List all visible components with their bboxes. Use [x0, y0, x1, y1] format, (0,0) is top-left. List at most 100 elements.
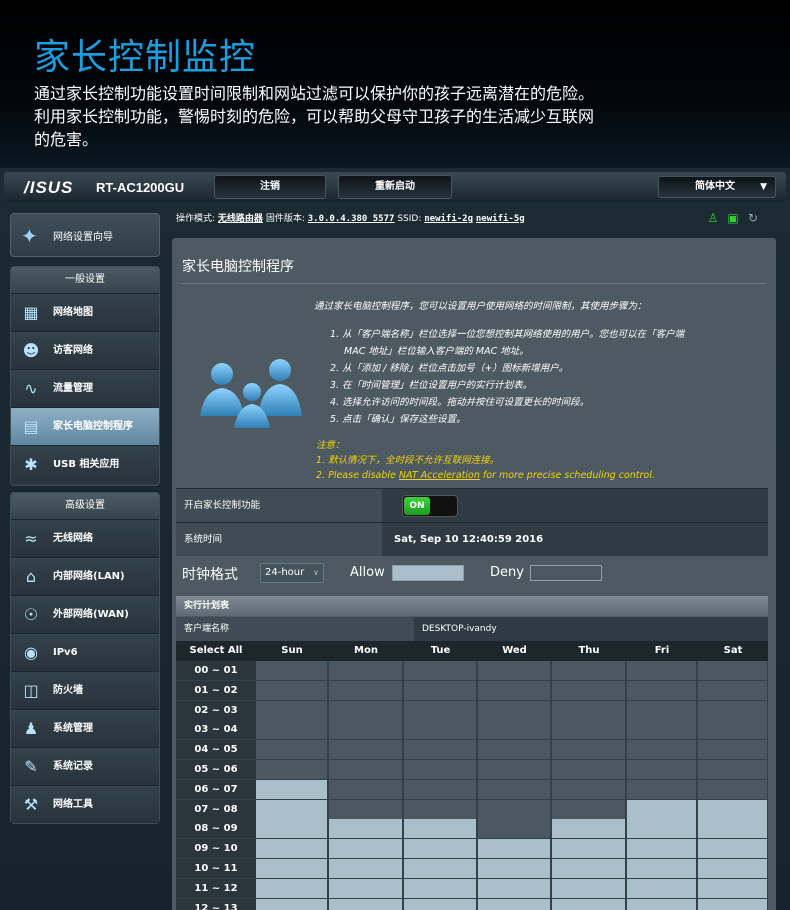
- schedule-cell[interactable]: [478, 661, 550, 680]
- schedule-cell[interactable]: [627, 700, 696, 720]
- schedule-cell[interactable]: [404, 760, 476, 779]
- day-header-wed[interactable]: Wed: [478, 641, 551, 661]
- sidebar-item-administration[interactable]: ♟ 系统管理: [11, 709, 159, 747]
- schedule-cell[interactable]: [404, 898, 476, 910]
- hour-label[interactable]: 04 ~ 05: [176, 740, 256, 760]
- op-mode-link[interactable]: 无线路由器: [218, 214, 263, 224]
- firmware-link[interactable]: 3.0.0.4.380_5577: [308, 214, 395, 224]
- schedule-cell[interactable]: [552, 661, 625, 680]
- ssid-2g-link[interactable]: newifi-2g: [424, 214, 473, 224]
- sidebar-item-firewall[interactable]: ◫ 防火墙: [11, 671, 159, 709]
- reboot-button[interactable]: 重新启动: [338, 175, 452, 199]
- schedule-cell[interactable]: [698, 680, 767, 700]
- sidebar-item-ipv6[interactable]: ◉ IPv6: [11, 633, 159, 671]
- schedule-cell[interactable]: [698, 700, 767, 720]
- schedule-cell[interactable]: [256, 760, 327, 779]
- schedule-cell[interactable]: [552, 898, 625, 910]
- schedule-cell[interactable]: [698, 740, 767, 760]
- select-all-button[interactable]: Select All: [176, 641, 256, 661]
- schedule-cell[interactable]: [329, 898, 402, 910]
- hour-label[interactable]: 09 ~ 10: [176, 839, 256, 859]
- schedule-cell[interactable]: [627, 799, 696, 819]
- schedule-cell[interactable]: [478, 898, 550, 910]
- sidebar-item-traffic-manager[interactable]: ∿ 流量管理: [11, 369, 159, 407]
- day-header-sat[interactable]: Sat: [698, 641, 768, 661]
- schedule-cell[interactable]: [627, 779, 696, 799]
- schedule-cell[interactable]: [256, 700, 327, 720]
- schedule-cell[interactable]: [698, 760, 767, 779]
- schedule-cell[interactable]: [478, 740, 550, 760]
- schedule-cell[interactable]: [256, 878, 327, 898]
- schedule-cell[interactable]: [404, 859, 476, 878]
- hour-label[interactable]: 07 ~ 08: [176, 799, 256, 819]
- schedule-cell[interactable]: [404, 740, 476, 760]
- schedule-cell[interactable]: [256, 839, 327, 859]
- schedule-cell[interactable]: [552, 799, 625, 819]
- day-header-mon[interactable]: Mon: [329, 641, 403, 661]
- schedule-cell[interactable]: [329, 680, 402, 700]
- schedule-cell[interactable]: [552, 740, 625, 760]
- schedule-cell[interactable]: [552, 878, 625, 898]
- schedule-cell[interactable]: [404, 799, 476, 819]
- schedule-cell[interactable]: [627, 839, 696, 859]
- clock-format-select[interactable]: 24-hour ∨: [260, 563, 324, 583]
- schedule-cell[interactable]: [478, 760, 550, 779]
- day-header-thu[interactable]: Thu: [552, 641, 626, 661]
- internet-status-icon[interactable]: ▣: [726, 211, 740, 225]
- enable-toggle[interactable]: ON: [402, 495, 458, 517]
- schedule-cell[interactable]: [552, 859, 625, 878]
- schedule-cell[interactable]: [404, 700, 476, 720]
- hour-label[interactable]: 08 ~ 09: [176, 819, 256, 839]
- schedule-cell[interactable]: [478, 819, 550, 839]
- sidebar-item-network-map[interactable]: ▦ 网络地图: [11, 293, 159, 331]
- schedule-cell[interactable]: [329, 700, 402, 720]
- schedule-cell[interactable]: [256, 680, 327, 700]
- schedule-cell[interactable]: [329, 760, 402, 779]
- sidebar-item-network-tools[interactable]: ⚒ 网络工具: [11, 785, 159, 823]
- schedule-cell[interactable]: [329, 720, 402, 740]
- schedule-cell[interactable]: [552, 779, 625, 799]
- schedule-cell[interactable]: [404, 878, 476, 898]
- hour-label[interactable]: 03 ~ 04: [176, 720, 256, 740]
- schedule-cell[interactable]: [404, 661, 476, 680]
- schedule-cell[interactable]: [478, 859, 550, 878]
- sidebar-item-guest-network[interactable]: ☻ 访客网络: [11, 331, 159, 369]
- schedule-cell[interactable]: [478, 799, 550, 819]
- schedule-cell[interactable]: [256, 740, 327, 760]
- schedule-cell[interactable]: [329, 779, 402, 799]
- schedule-cell[interactable]: [698, 819, 767, 839]
- hour-label[interactable]: 10 ~ 11: [176, 859, 256, 878]
- schedule-cell[interactable]: [478, 779, 550, 799]
- schedule-cell[interactable]: [552, 680, 625, 700]
- sidebar-item-system-log[interactable]: ✎ 系统记录: [11, 747, 159, 785]
- schedule-cell[interactable]: [552, 720, 625, 740]
- schedule-cell[interactable]: [329, 819, 402, 839]
- schedule-cell[interactable]: [256, 720, 327, 740]
- hour-label[interactable]: 01 ~ 02: [176, 680, 256, 700]
- schedule-cell[interactable]: [404, 819, 476, 839]
- schedule-cell[interactable]: [698, 779, 767, 799]
- schedule-cell[interactable]: [404, 839, 476, 859]
- schedule-cell[interactable]: [329, 661, 402, 680]
- schedule-cell[interactable]: [404, 680, 476, 700]
- hour-label[interactable]: 00 ~ 01: [176, 661, 256, 680]
- hour-label[interactable]: 06 ~ 07: [176, 779, 256, 799]
- schedule-cell[interactable]: [329, 740, 402, 760]
- schedule-cell[interactable]: [698, 799, 767, 819]
- sidebar-item-lan[interactable]: ⌂ 内部网络(LAN): [11, 557, 159, 595]
- hour-label[interactable]: 05 ~ 06: [176, 760, 256, 779]
- schedule-cell[interactable]: [256, 661, 327, 680]
- schedule-cell[interactable]: [698, 878, 767, 898]
- schedule-cell[interactable]: [627, 661, 696, 680]
- schedule-cell[interactable]: [627, 859, 696, 878]
- schedule-cell[interactable]: [478, 680, 550, 700]
- schedule-cell[interactable]: [329, 878, 402, 898]
- schedule-cell[interactable]: [627, 898, 696, 910]
- schedule-cell[interactable]: [404, 720, 476, 740]
- language-select[interactable]: 简体中文 ▼: [658, 176, 776, 198]
- day-header-fri[interactable]: Fri: [627, 641, 697, 661]
- nat-acceleration-link[interactable]: NAT Acceleration: [399, 470, 480, 481]
- schedule-cell[interactable]: [698, 839, 767, 859]
- schedule-cell[interactable]: [478, 839, 550, 859]
- schedule-cell[interactable]: [329, 839, 402, 859]
